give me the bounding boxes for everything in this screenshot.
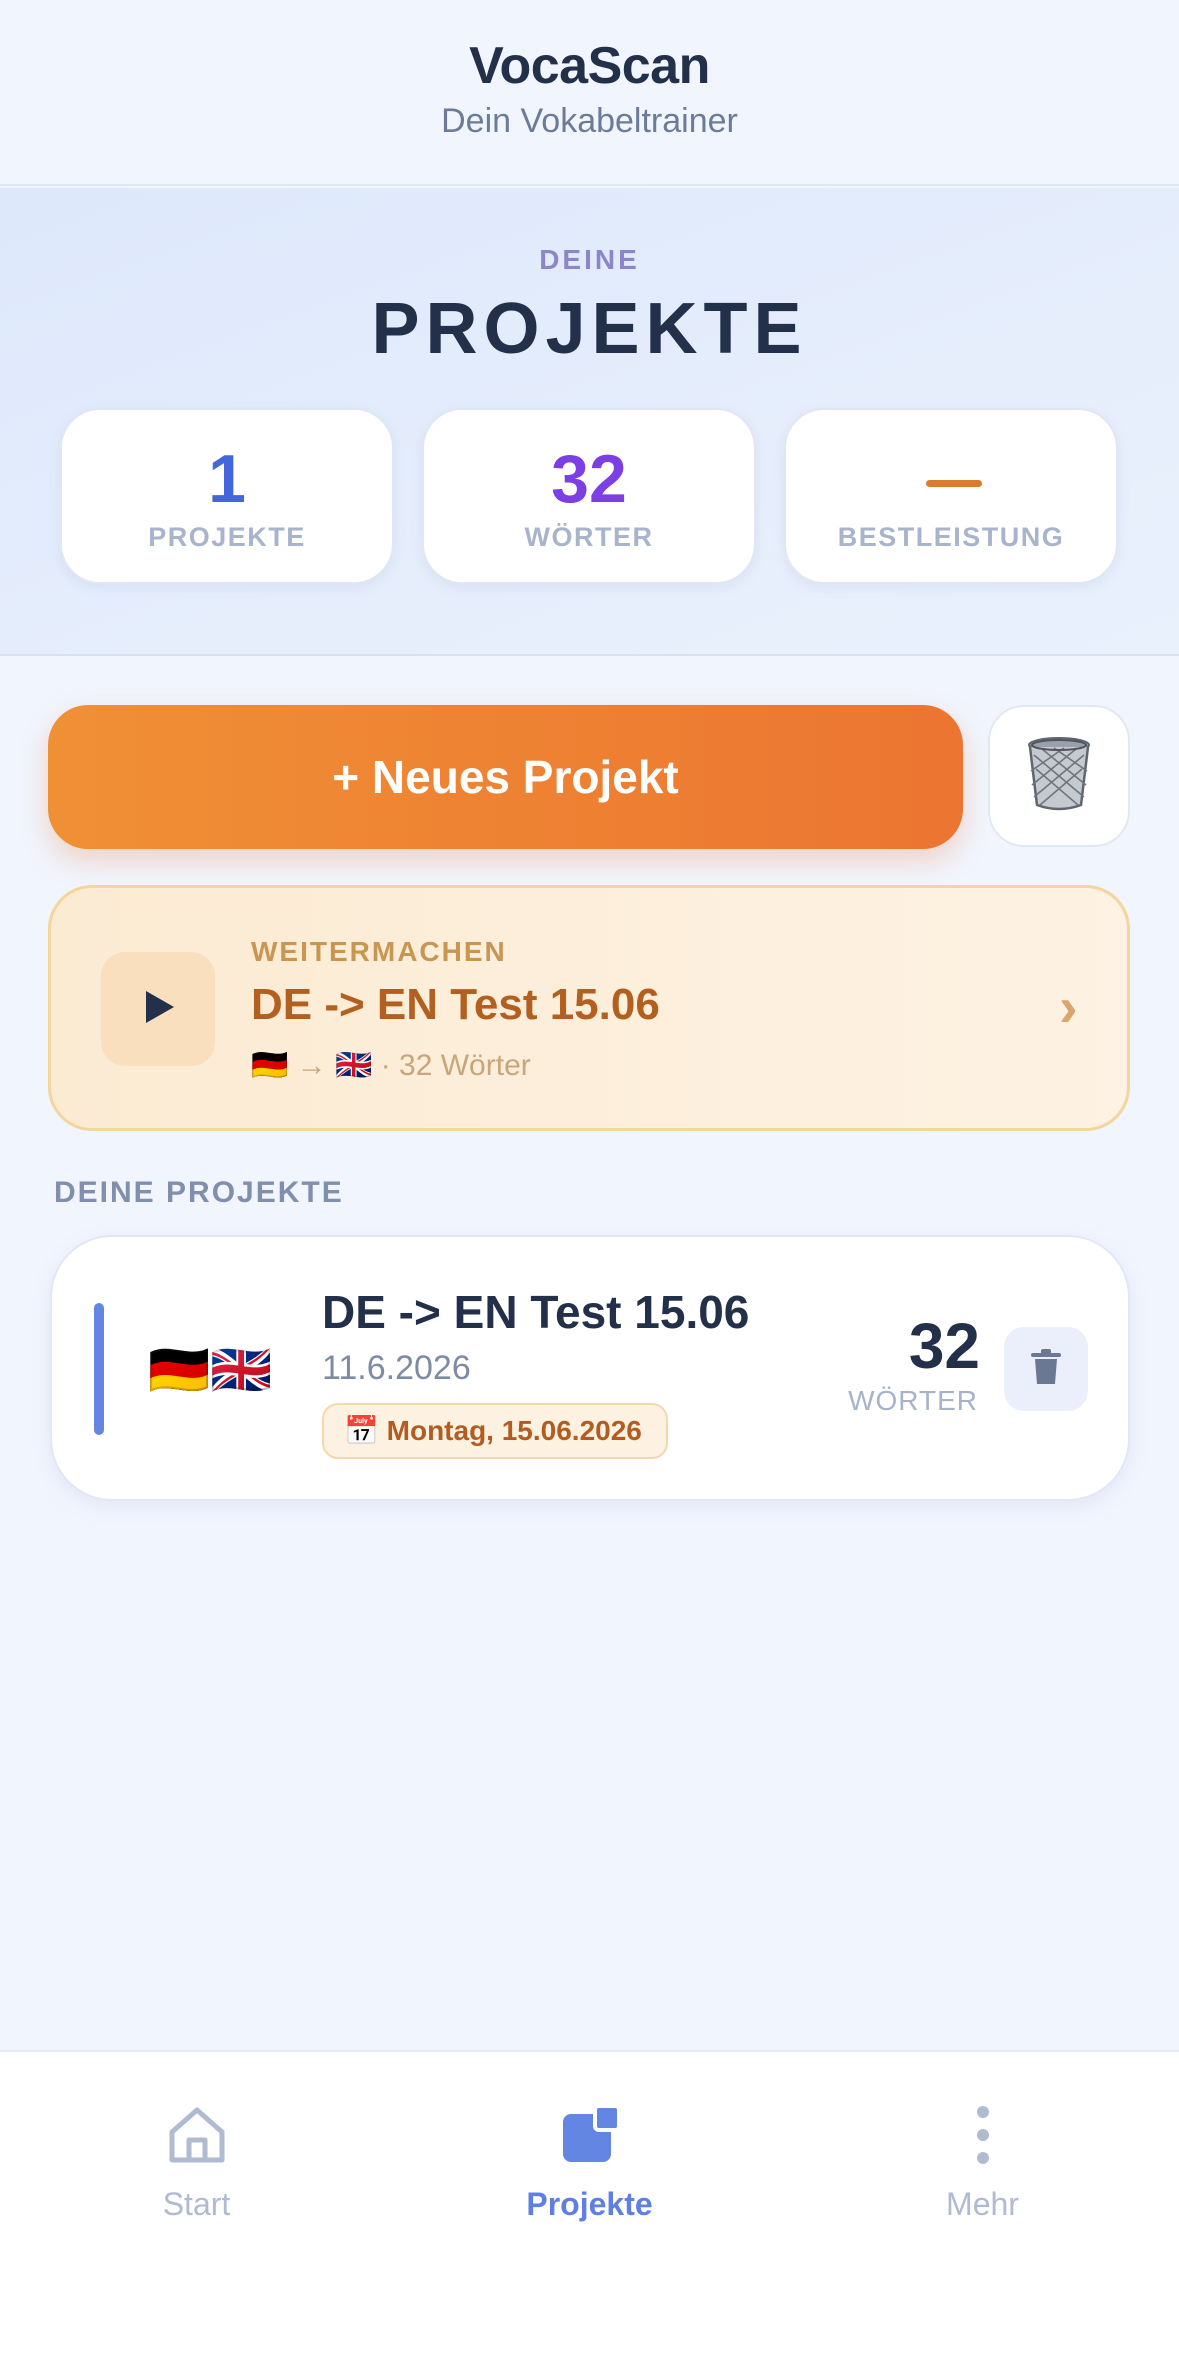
app-title: VocaScan <box>469 37 710 95</box>
page-title: PROJEKTE <box>371 289 808 369</box>
home-icon <box>0 2102 393 2168</box>
nav-label-start: Start <box>162 2186 231 2222</box>
stat-words-label: WÖRTER <box>524 522 654 552</box>
play-icon <box>138 987 178 1032</box>
stat-projects-value: 1 <box>208 441 246 517</box>
trash-icon <box>1029 1348 1063 1391</box>
nav-label-mehr: Mehr <box>946 2186 1019 2222</box>
wastebasket-icon <box>1024 735 1094 818</box>
top-header: VocaScan Dein Vokabeltrainer <box>0 0 1179 186</box>
projects-icon <box>393 2102 786 2168</box>
project-word-count: 32 <box>908 1310 980 1382</box>
continue-card[interactable]: WEITERMACHEN DE -> EN Test 15.06 🇩🇪 → 🇬🇧… <box>48 885 1130 1131</box>
project-date-badge: 📅 Montag, 15.06.2026 <box>322 1403 668 1459</box>
stat-best-label: BESTLEISTUNG <box>837 522 1065 552</box>
nav-label-projekte: Projekte <box>526 2186 653 2222</box>
stat-best-empty-dash <box>926 480 982 487</box>
stat-card-projects: 1 PROJEKTE <box>60 408 394 584</box>
project-flags: 🇩🇪🇬🇧 <box>148 1342 273 1398</box>
trash-button[interactable] <box>988 705 1130 847</box>
play-button[interactable] <box>101 952 215 1066</box>
stat-words-value: 32 <box>551 441 627 517</box>
continue-kicker: WEITERMACHEN <box>251 936 507 967</box>
project-word-count-label: WÖRTER <box>848 1385 978 1416</box>
project-card[interactable]: 🇩🇪🇬🇧 DE -> EN Test 15.06 11.6.2026 📅 Mon… <box>50 1235 1130 1501</box>
project-title: DE -> EN Test 15.06 <box>322 1286 750 1338</box>
nav-item-mehr[interactable]: Mehr <box>786 2052 1179 2252</box>
hero-kicker: DEINE <box>539 244 640 275</box>
delete-project-button[interactable] <box>1004 1327 1088 1411</box>
bottom-nav: Start Projekte Mehr <box>0 2050 1179 2379</box>
new-project-button[interactable]: + Neues Projekt <box>48 705 963 849</box>
projects-hero: DEINE PROJEKTE 1 PROJEKTE 32 WÖRTER BEST… <box>0 188 1179 656</box>
nav-item-start[interactable]: Start <box>0 2052 393 2252</box>
app-subtitle: Dein Vokabeltrainer <box>441 102 738 140</box>
app-root: VocaScan Dein Vokabeltrainer DEINE PROJE… <box>0 0 1179 2379</box>
more-vertical-icon <box>786 2102 1179 2168</box>
project-accent-bar <box>94 1303 104 1435</box>
chevron-right-icon: › <box>1059 975 1078 1038</box>
project-date: 11.6.2026 <box>322 1349 471 1387</box>
section-title-projects: DEINE PROJEKTE <box>54 1176 344 1209</box>
continue-meta: 🇩🇪 → 🇬🇧 · 32 Wörter <box>251 1049 531 1082</box>
stat-card-words: 32 WÖRTER <box>422 408 756 584</box>
stat-card-best: BESTLEISTUNG <box>784 408 1118 584</box>
continue-title: DE -> EN Test 15.06 <box>251 980 660 1029</box>
nav-item-projekte[interactable]: Projekte <box>393 2052 786 2252</box>
stat-projects-label: PROJEKTE <box>148 522 306 552</box>
